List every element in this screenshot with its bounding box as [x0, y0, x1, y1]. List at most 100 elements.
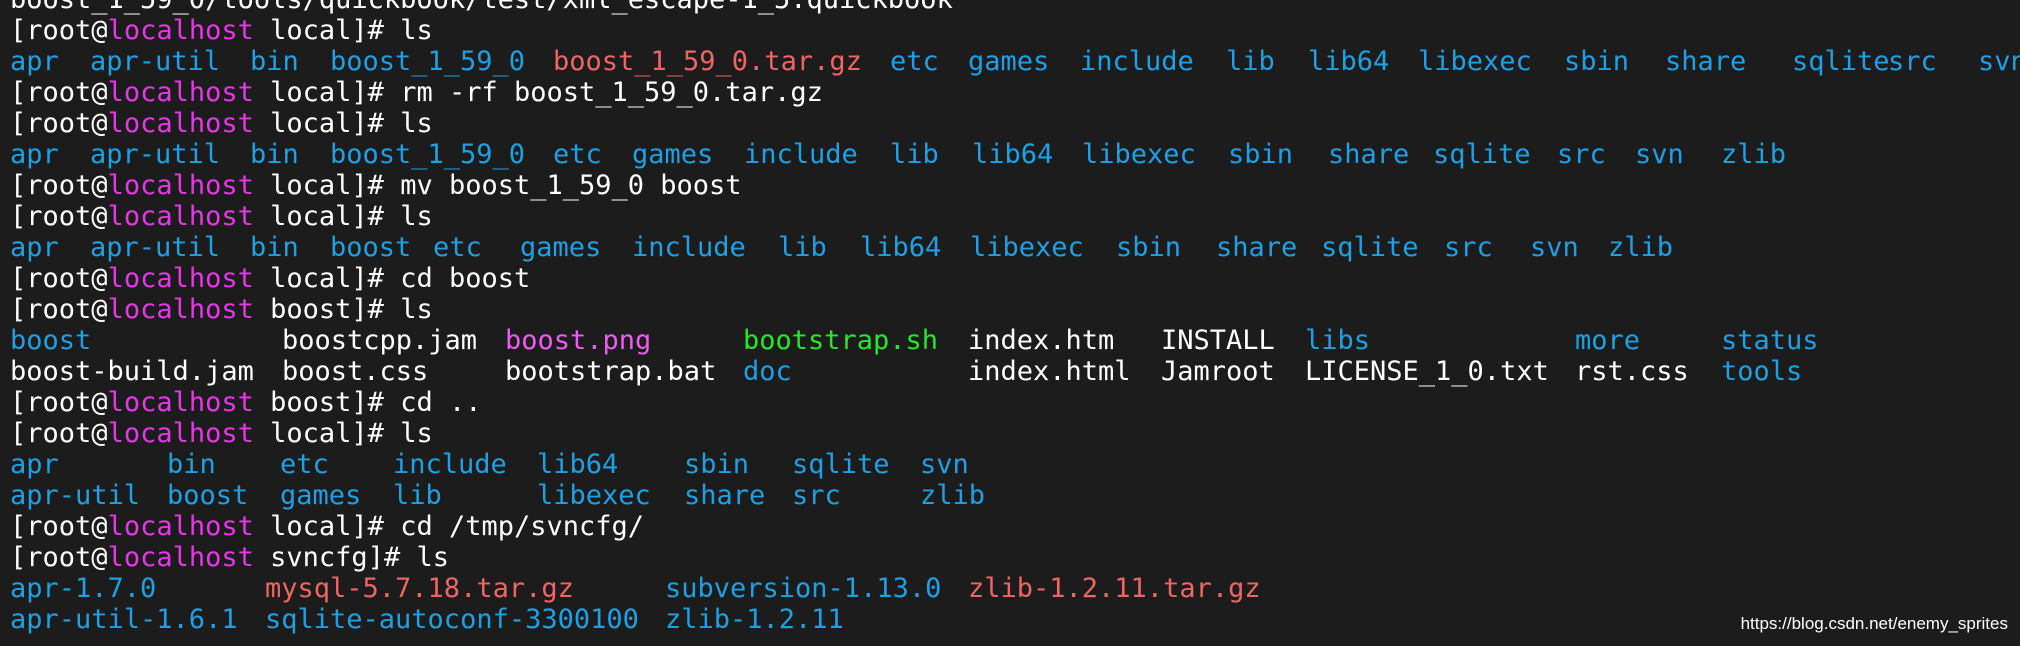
prompt-bracket-open: [ — [10, 201, 27, 232]
prompt-at: @ — [91, 170, 108, 201]
directory-entry: libs — [1305, 325, 1371, 356]
prompt-user: root — [26, 511, 92, 542]
prompt-user: root — [26, 201, 92, 232]
prompt-suffix: ]# — [367, 542, 417, 573]
prompt-cwd: local — [270, 108, 352, 139]
directory-entry: boost — [330, 232, 412, 263]
command-text: cd /tmp/svncfg/ — [400, 511, 645, 542]
directory-entry: apr — [10, 232, 59, 263]
directory-entry: zlib — [920, 480, 986, 511]
directory-entry: lib64 — [1308, 46, 1390, 77]
prompt-hostname: localhost — [107, 108, 254, 139]
directory-entry: libexec — [537, 480, 651, 511]
directory-entry: bin — [250, 232, 299, 263]
directory-entry: svn — [1530, 232, 1579, 263]
directory-entry: subversion-1.13.0 — [665, 573, 942, 604]
file-entry: INSTALL — [1161, 325, 1275, 356]
prompt-line: [root@localhost local]# ls — [10, 108, 2020, 139]
prompt-bracket-open: [ — [10, 511, 27, 542]
command-text: mv boost_1_59_0 boost — [400, 170, 742, 201]
prompt-line: [root@localhost local]# cd boost — [10, 263, 2020, 294]
directory-entry: doc — [743, 356, 792, 387]
prompt-at: @ — [91, 418, 108, 449]
prompt-bracket-open: [ — [10, 15, 27, 46]
prompt-user: root — [26, 263, 92, 294]
prompt-bracket-open: [ — [10, 263, 27, 294]
prompt-bracket-open: [ — [10, 418, 27, 449]
directory-entry: src — [792, 480, 841, 511]
prompt-at: @ — [91, 294, 108, 325]
prompt-line: [root@localhost svncfg]# ls — [10, 542, 2020, 573]
prompt-at: @ — [91, 542, 108, 573]
prompt-suffix: ]# — [351, 77, 401, 108]
directory-entry: apr-1.7.0 — [10, 573, 157, 604]
directory-entry: sbin — [1228, 139, 1294, 170]
file-entry: boost.png — [505, 325, 652, 356]
file-entry: boost.css — [282, 356, 429, 387]
terminal-window[interactable]: boost_1_59_0/tools/quickbook/test/xml_es… — [0, 0, 2020, 646]
output-line: boost_1_59_0/tools/quickbook/test/xml_es… — [10, 0, 2020, 15]
directory-entry: share — [1328, 139, 1410, 170]
output-line: boost-build.jam boost.css bootstrap.bat doc… — [10, 356, 2020, 387]
prompt-hostname: localhost — [107, 15, 254, 46]
command-text: ls — [400, 294, 433, 325]
prompt-suffix: ]# — [351, 294, 401, 325]
prompt-suffix: ]# — [351, 170, 401, 201]
prompt-hostname: localhost — [107, 542, 254, 573]
file-entry: Jamroot — [1161, 356, 1275, 387]
file-entry: boost_1_59_0/tools/quickbook/test/xml_es… — [10, 0, 953, 15]
prompt-user: root — [26, 294, 92, 325]
prompt-hostname: localhost — [107, 201, 254, 232]
directory-entry: sqlite — [1792, 46, 1890, 77]
directory-entry: share — [1665, 46, 1747, 77]
prompt-hostname: localhost — [107, 263, 254, 294]
directory-entry: games — [968, 46, 1050, 77]
directory-entry: sbin — [1116, 232, 1182, 263]
prompt-line: [root@localhost local]# cd /tmp/svncfg/ — [10, 511, 2020, 542]
prompt-line: [root@localhost local]# mv boost_1_59_0 … — [10, 170, 2020, 201]
file-entry: zlib-1.2.11.tar.gz — [968, 573, 1261, 604]
command-text: ls — [400, 108, 433, 139]
directory-entry: libexec — [1082, 139, 1196, 170]
directory-entry: games — [520, 232, 602, 263]
output-line: apr-util-1.6.1 sqlite-autoconf-3300100 zli… — [10, 604, 2020, 635]
directory-entry: apr-util — [90, 232, 221, 263]
prompt-user: root — [26, 542, 92, 573]
prompt-at: @ — [91, 201, 108, 232]
prompt-cwd: local — [270, 77, 352, 108]
prompt-cwd: local — [270, 201, 352, 232]
prompt-suffix: ]# — [351, 201, 401, 232]
prompt-at: @ — [91, 263, 108, 294]
output-line: apr apr-util bin boost_1_59_0 etc games includ… — [10, 139, 2020, 170]
prompt-line: [root@localhost local]# rm -rf boost_1_5… — [10, 77, 2020, 108]
file-entry: boost_1_59_0.tar.gz — [553, 46, 862, 77]
prompt-suffix: ]# — [351, 15, 401, 46]
directory-entry: lib — [778, 232, 827, 263]
directory-entry: games — [632, 139, 714, 170]
directory-entry: status — [1721, 325, 1819, 356]
directory-entry: bin — [250, 46, 299, 77]
prompt-line: [root@localhost local]# ls — [10, 201, 2020, 232]
prompt-user: root — [26, 108, 92, 139]
directory-entry: zlib — [1608, 232, 1674, 263]
prompt-cwd: local — [270, 511, 352, 542]
output-line: apr bin etc include lib64 sbin sqlite svn — [10, 449, 2020, 480]
directory-entry: boost — [10, 325, 92, 356]
directory-entry: src — [1557, 139, 1606, 170]
directory-entry: share — [1216, 232, 1298, 263]
prompt-user: root — [26, 77, 92, 108]
file-entry: index.htm — [968, 325, 1115, 356]
prompt-line: [root@localhost boost]# ls — [10, 294, 2020, 325]
directory-entry: share — [684, 480, 766, 511]
prompt-line: [root@localhost local]# ls — [10, 418, 2020, 449]
directory-entry: zlib-1.2.11 — [665, 604, 844, 635]
prompt-suffix: ]# — [351, 108, 401, 139]
